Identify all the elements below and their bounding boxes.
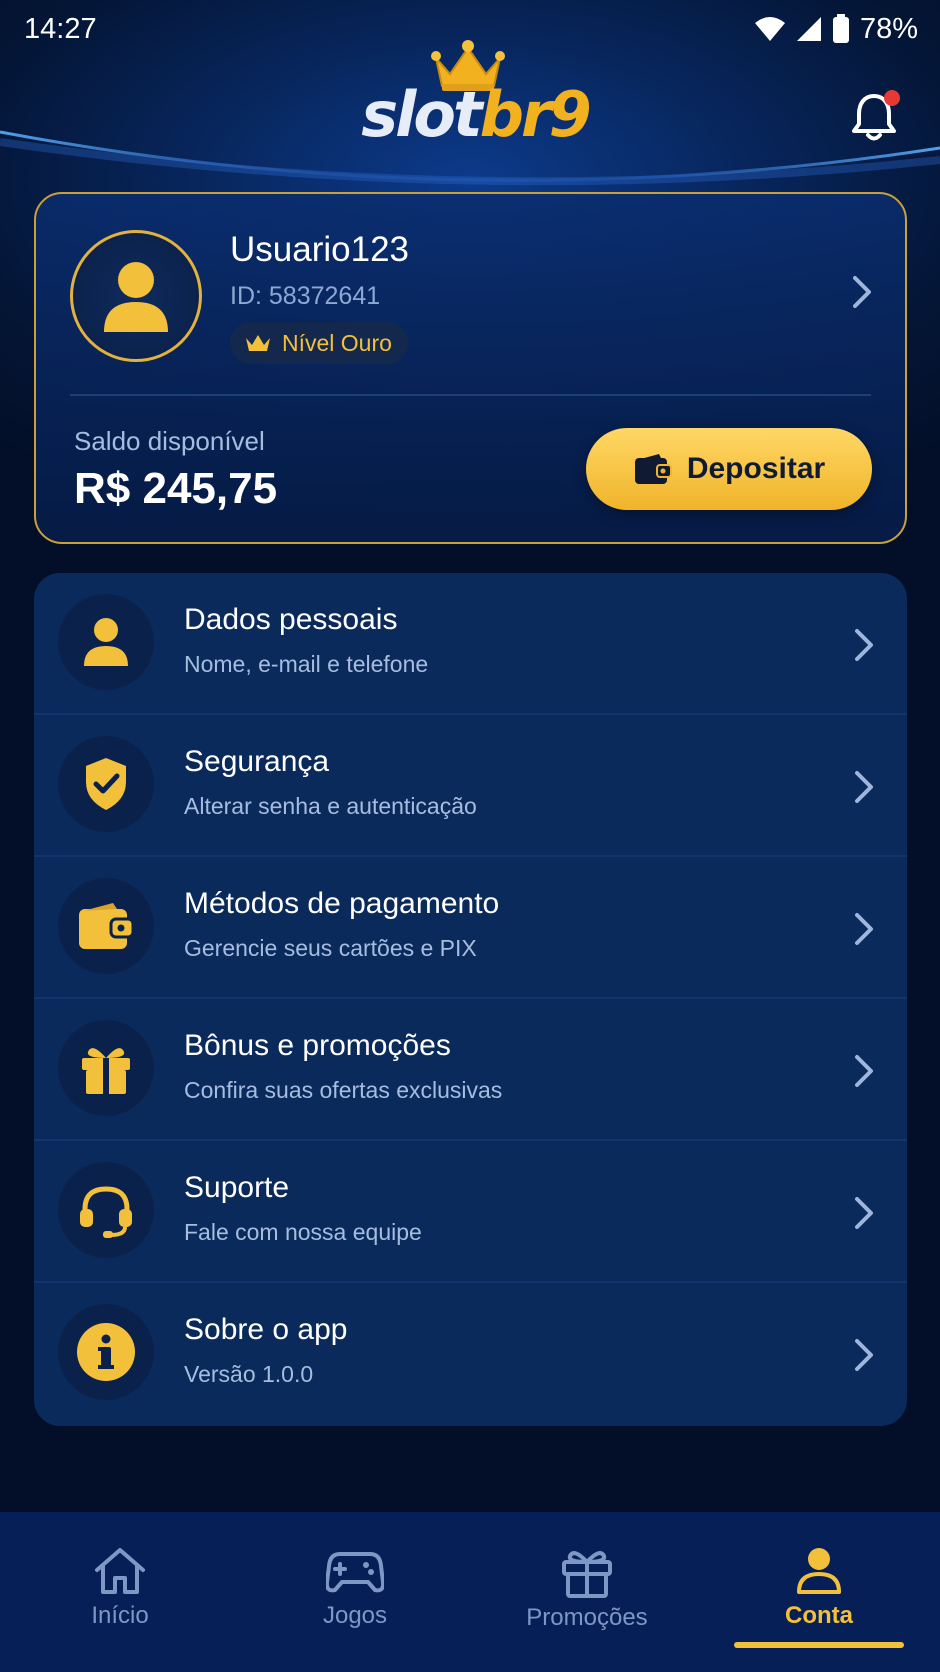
shield-check-icon xyxy=(86,758,126,810)
menu-item-subtitle: Fale com nossa equipe xyxy=(184,1219,422,1245)
deposit-button[interactable]: Depositar xyxy=(586,428,872,510)
menu-item-title: Sobre o app xyxy=(184,1313,348,1346)
chevron-right-icon xyxy=(855,1339,873,1371)
menu-item-support[interactable]: Suporte Fale com nossa equipe xyxy=(34,1141,907,1283)
chevron-right-icon xyxy=(855,1197,873,1229)
menu-item-title: Dados pessoais xyxy=(184,603,398,636)
wifi-icon xyxy=(754,17,785,41)
profile-card[interactable]: Usuario123 ID: 58372641 Nível Ouro Saldo… xyxy=(34,192,907,544)
menu-item-security[interactable]: Segurança Alterar senha e autenticação xyxy=(34,715,907,857)
menu-item-title: Métodos de pagamento xyxy=(184,887,500,920)
bottom-nav: Início Jogos Promoções Conta xyxy=(0,1512,940,1672)
person-icon xyxy=(104,262,168,332)
headset-icon xyxy=(80,1186,132,1238)
nav-label: Conta xyxy=(785,1602,853,1629)
chevron-right-icon xyxy=(855,913,873,945)
info-icon xyxy=(77,1323,135,1381)
wallet-icon xyxy=(634,454,672,484)
nav-label: Jogos xyxy=(322,1602,388,1629)
menu-item-subtitle: Alterar senha e autenticação xyxy=(184,793,477,819)
menu-item-subtitle: Nome, e-mail e telefone xyxy=(184,651,429,677)
nav-label: Início xyxy=(91,1602,149,1629)
avatar xyxy=(70,230,202,362)
menu-item-subtitle: Gerencie seus cartões e PIX xyxy=(184,935,477,961)
battery-percent: 78% xyxy=(859,12,918,45)
account-menu: Dados pessoais Nome, e-mail e telefone S… xyxy=(34,573,907,1426)
menu-item-about-app[interactable]: Sobre o app Versão 1.0.0 xyxy=(34,1283,907,1425)
crown-icon xyxy=(246,335,270,351)
balance-value: R$ 245,75 xyxy=(74,464,278,513)
chevron-right-icon xyxy=(853,276,871,308)
nav-item-games[interactable]: Jogos xyxy=(255,1532,455,1662)
nav-item-home[interactable]: Início xyxy=(20,1532,220,1662)
menu-icon-container xyxy=(58,594,154,690)
menu-icon-container xyxy=(58,878,154,974)
deposit-label: Depositar xyxy=(686,452,826,485)
menu-item-personal-data[interactable]: Dados pessoais Nome, e-mail e telefone xyxy=(34,573,907,715)
person-icon xyxy=(797,1548,841,1594)
menu-icon-container xyxy=(58,736,154,832)
menu-icon-container xyxy=(58,1162,154,1258)
nav-label: Promoções xyxy=(526,1604,648,1631)
app-logo: slotbr9 xyxy=(345,40,605,150)
gift-icon xyxy=(562,1551,612,1598)
chevron-right-icon xyxy=(855,1055,873,1087)
menu-item-title: Segurança xyxy=(184,745,330,778)
menu-item-bonus-promotions[interactable]: Bônus e promoções Confira suas ofertas e… xyxy=(34,999,907,1141)
logo-text-br9: br9 xyxy=(479,78,592,151)
status-icons: 78% xyxy=(754,13,918,46)
menu-item-subtitle: Versão 1.0.0 xyxy=(184,1361,314,1387)
logo-text-slot: slot xyxy=(361,78,482,151)
notifications-button[interactable] xyxy=(850,88,902,144)
signal-icon xyxy=(796,17,821,41)
menu-item-title: Suporte xyxy=(184,1171,290,1204)
wallet-icon xyxy=(79,903,135,949)
chevron-right-icon xyxy=(855,771,873,803)
active-tab-indicator xyxy=(734,1642,904,1648)
battery-icon xyxy=(832,14,849,43)
home-icon xyxy=(95,1548,145,1594)
level-label: Nível Ouro xyxy=(282,329,392,356)
balance-label: Saldo disponível xyxy=(74,426,265,456)
username: Usuario123 xyxy=(230,230,409,269)
level-badge: Nível Ouro xyxy=(230,322,408,364)
nav-item-promotions[interactable]: Promoções xyxy=(487,1532,687,1662)
bell-icon xyxy=(852,90,900,141)
status-time: 14:27 xyxy=(24,12,97,45)
divider xyxy=(70,394,871,396)
menu-item-subtitle: Confira suas ofertas exclusivas xyxy=(184,1077,503,1103)
menu-icon-container xyxy=(58,1304,154,1400)
chevron-right-icon xyxy=(855,629,873,661)
gamepad-icon xyxy=(326,1552,384,1593)
gift-icon xyxy=(82,1048,130,1094)
menu-item-payment-methods[interactable]: Métodos de pagamento Gerencie seus cartõ… xyxy=(34,857,907,999)
user-id: ID: 58372641 xyxy=(230,282,381,310)
menu-icon-container xyxy=(58,1020,154,1116)
menu-item-title: Bônus e promoções xyxy=(184,1029,451,1062)
person-icon xyxy=(84,618,128,666)
